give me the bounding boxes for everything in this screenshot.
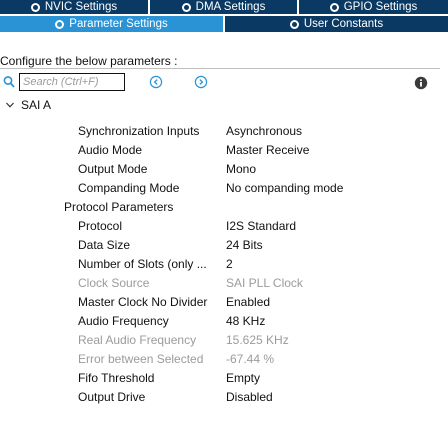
- param-value: -67.44 %: [226, 352, 275, 366]
- param-key: Protocol: [78, 219, 123, 233]
- search-input[interactable]: [19, 73, 125, 91]
- param-row[interactable]: Master Clock No Divider Enabled: [0, 295, 440, 311]
- param-key: Output Mode: [78, 162, 148, 176]
- tab-label: GPIO Settings: [343, 1, 418, 13]
- param-row[interactable]: Output Drive Disabled: [0, 390, 440, 406]
- param-value[interactable]: Asynchronous: [226, 124, 302, 138]
- panel-subtitle: Configure the below parameters :: [0, 54, 178, 68]
- tab-label: NVIC Settings: [44, 1, 118, 13]
- param-row: Error between Selected -67.44 %: [0, 352, 440, 368]
- param-row[interactable]: Fifo Threshold Empty: [0, 371, 440, 387]
- tab-label: User Constants: [303, 18, 384, 30]
- radio-dot-icon: [55, 19, 65, 29]
- param-key: Companding Mode: [78, 181, 180, 195]
- param-row[interactable]: Number of Slots (only ... 2: [0, 257, 440, 273]
- param-value[interactable]: I2S Standard: [226, 219, 296, 233]
- param-value[interactable]: Master Receive: [226, 143, 309, 157]
- param-value: SAI PLL Clock: [226, 276, 303, 290]
- param-row[interactable]: Protocol I2S Standard: [0, 219, 440, 235]
- tab-parameter-settings[interactable]: Parameter Settings: [0, 16, 223, 32]
- group-label: SAI A: [21, 98, 52, 112]
- param-value[interactable]: Mono: [226, 162, 256, 176]
- radio-dot-icon: [30, 2, 40, 12]
- param-key: Real Audio Frequency: [78, 333, 197, 347]
- radio-dot-icon: [289, 19, 299, 29]
- param-row: Real Audio Frequency 15.625 KHz: [0, 333, 440, 349]
- param-row[interactable]: Data Size 24 Bits: [0, 238, 440, 254]
- param-value[interactable]: Disabled: [226, 390, 273, 404]
- param-key: Master Clock No Divider: [78, 295, 208, 309]
- param-value[interactable]: 24 Bits: [226, 238, 263, 252]
- group-sai-a[interactable]: SAI A: [5, 98, 51, 112]
- param-key: Audio Frequency: [78, 314, 169, 328]
- tab-label: Parameter Settings: [69, 18, 168, 30]
- tab-user-constants[interactable]: User Constants: [225, 16, 448, 32]
- param-row[interactable]: Audio Frequency 48 KHz: [0, 314, 440, 330]
- param-value[interactable]: No companding mode: [226, 181, 343, 195]
- param-key: Data Size: [78, 238, 131, 252]
- subgroup-protocol-parameters: Protocol Parameters: [64, 200, 174, 214]
- param-row: Clock Source SAI PLL Clock: [0, 276, 440, 292]
- divider: [0, 68, 440, 69]
- search-bar: [3, 72, 125, 92]
- param-key: Number of Slots (only ...: [78, 257, 207, 271]
- param-value[interactable]: Empty: [226, 371, 260, 385]
- tab-nvic-settings[interactable]: NVIC Settings: [0, 0, 148, 14]
- param-key: Fifo Threshold: [78, 371, 155, 385]
- param-value[interactable]: Enabled: [226, 295, 270, 309]
- tab-gpio-settings[interactable]: GPIO Settings: [299, 0, 448, 14]
- param-row[interactable]: Companding Mode No companding mode: [0, 181, 440, 197]
- param-row[interactable]: Synchronization Inputs Asynchronous: [0, 124, 440, 140]
- tab-dma-settings[interactable]: DMA Settings: [150, 0, 297, 14]
- param-row[interactable]: Output Mode Mono: [0, 162, 440, 178]
- radio-dot-icon: [181, 2, 191, 12]
- param-key: Error between Selected: [78, 352, 204, 366]
- radio-dot-icon: [329, 2, 339, 12]
- tab-label: DMA Settings: [195, 1, 266, 13]
- param-value[interactable]: 48 KHz: [226, 314, 265, 328]
- tab-bar-primary: NVIC Settings DMA Settings GPIO Settings: [0, 0, 448, 14]
- param-key: Output Drive: [78, 390, 146, 404]
- param-value[interactable]: 2: [226, 257, 233, 271]
- next-circle-icon[interactable]: [194, 75, 208, 89]
- tab-bar-secondary: Parameter Settings User Constants: [0, 16, 448, 32]
- param-key: Clock Source: [78, 276, 150, 290]
- param-row[interactable]: Audio Mode Master Receive: [0, 143, 440, 159]
- prev-circle-icon[interactable]: [149, 75, 163, 89]
- param-key: Audio Mode: [78, 143, 143, 157]
- param-key: Synchronization Inputs: [78, 124, 200, 138]
- param-value: 15.625 KHz: [226, 333, 289, 347]
- info-icon[interactable]: [414, 76, 428, 90]
- search-icon[interactable]: [3, 74, 15, 90]
- chevron-down-icon[interactable]: [5, 98, 17, 112]
